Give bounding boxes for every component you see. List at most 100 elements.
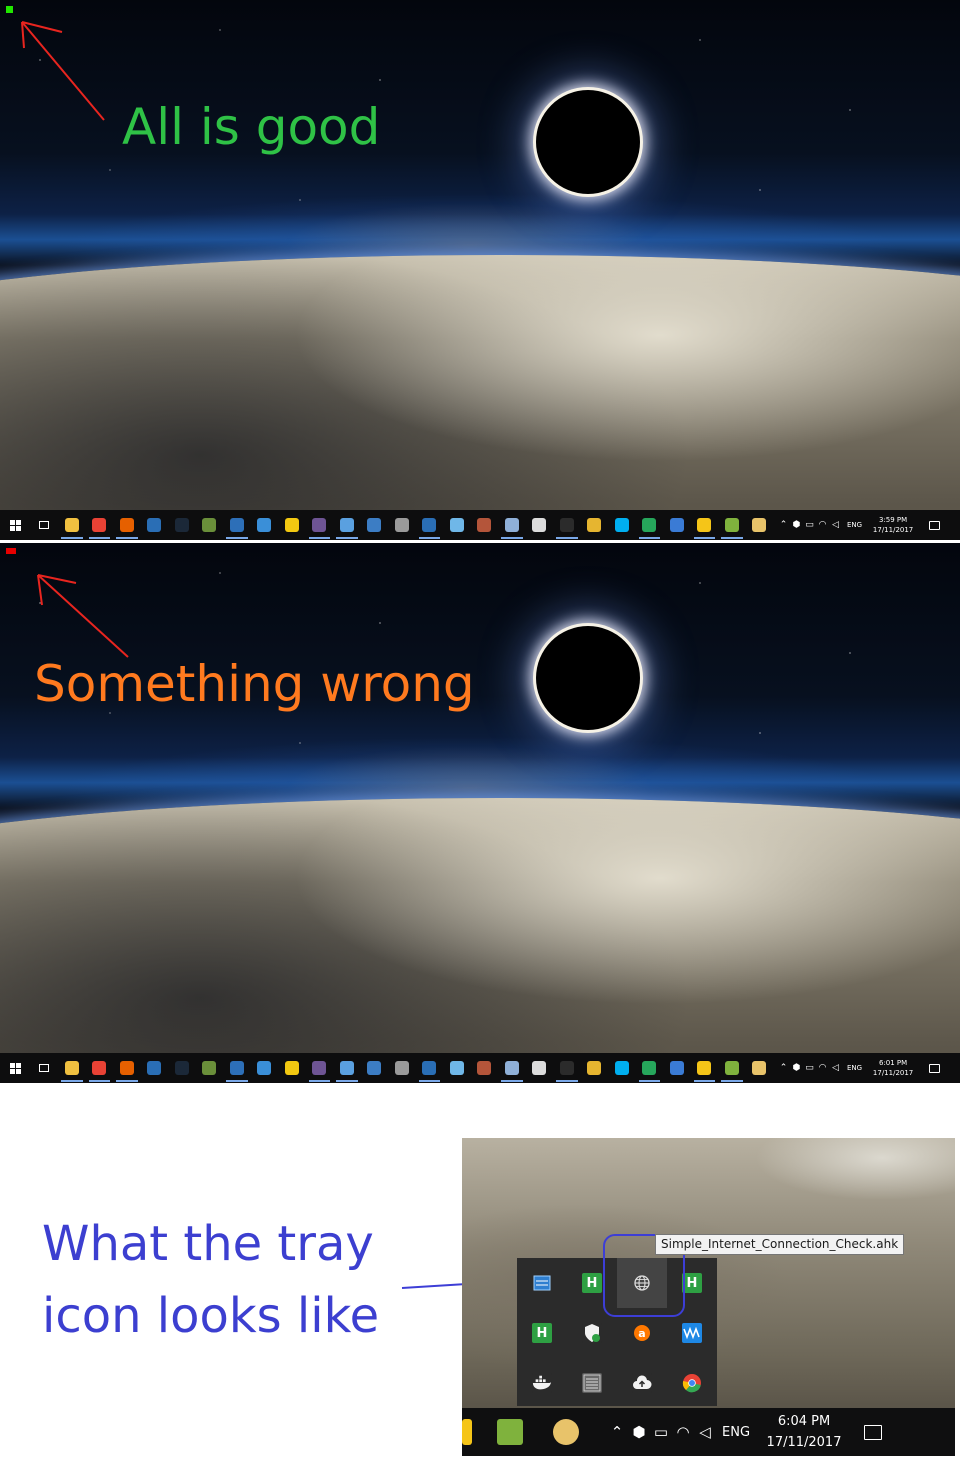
- taskbar-app[interactable]: [251, 510, 279, 540]
- taskbar-app[interactable]: [663, 1053, 691, 1083]
- taskbar-app[interactable]: [526, 1053, 554, 1083]
- taskbar-app[interactable]: [113, 1053, 141, 1083]
- taskbar-app[interactable]: [581, 510, 609, 540]
- taskbar-app[interactable]: [416, 510, 444, 540]
- taskbar-app[interactable]: [333, 1053, 361, 1083]
- monitor-app-icon: [147, 1061, 162, 1075]
- taskbar-app[interactable]: [361, 1053, 389, 1083]
- action-center-button[interactable]: [919, 520, 949, 530]
- taskbar-app[interactable]: [608, 510, 636, 540]
- taskbar-app[interactable]: [608, 1053, 636, 1083]
- taskbar-app[interactable]: [538, 1408, 594, 1456]
- taskbar-app[interactable]: [168, 1053, 196, 1083]
- taskbar-app[interactable]: [361, 510, 389, 540]
- language-indicator[interactable]: ENG: [847, 521, 862, 529]
- taskbar-app[interactable]: [58, 510, 86, 540]
- taskbar-app[interactable]: [443, 1053, 471, 1083]
- paint-app-icon: [752, 1061, 767, 1075]
- taskbar-app[interactable]: [86, 510, 114, 540]
- language-indicator[interactable]: ENG: [722, 1425, 750, 1440]
- taskbar-app[interactable]: [86, 1053, 114, 1083]
- taskbar-app[interactable]: [471, 510, 499, 540]
- taskbar-app[interactable]: [462, 1408, 482, 1456]
- tray-tooltip: Simple_Internet_Connection_Check.ahk: [655, 1234, 905, 1255]
- taskbar-app[interactable]: [251, 1053, 279, 1083]
- taskbar-app[interactable]: [498, 1053, 526, 1083]
- firefox-icon: [119, 1061, 134, 1075]
- chevron-up-icon[interactable]: ⌃: [777, 520, 790, 530]
- taskbar-app[interactable]: [141, 510, 169, 540]
- taskbar-app[interactable]: [553, 1053, 581, 1083]
- language-indicator[interactable]: ENG: [847, 1064, 862, 1072]
- skype-icon: [614, 1061, 629, 1075]
- taskbar-app[interactable]: [196, 510, 224, 540]
- terminal-icon: [559, 1061, 574, 1075]
- dropbox-icon[interactable]: ⬢: [790, 1063, 803, 1073]
- tray-overflow-item[interactable]: [667, 1358, 717, 1408]
- document-app-icon: [504, 1061, 519, 1075]
- red-arrow-icon: [37, 574, 129, 658]
- start-button[interactable]: [0, 510, 30, 540]
- taskbar-app[interactable]: [443, 510, 471, 540]
- tray-overflow-item[interactable]: [567, 1358, 617, 1408]
- taskbar-app[interactable]: [333, 510, 361, 540]
- taskbar-clock[interactable]: 6:01 PM 17/11/2017: [867, 1058, 919, 1078]
- taskbar-app[interactable]: [306, 1053, 334, 1083]
- taskbar-app[interactable]: [553, 510, 581, 540]
- taskbar-app[interactable]: [718, 1053, 746, 1083]
- taskbar-app[interactable]: [306, 510, 334, 540]
- taskbar-app[interactable]: [636, 510, 664, 540]
- taskbar-app[interactable]: [388, 1053, 416, 1083]
- taskbar-app[interactable]: [196, 1053, 224, 1083]
- tray-overflow-item[interactable]: H: [517, 1308, 567, 1358]
- taskbar-app[interactable]: [223, 510, 251, 540]
- taskbar-app[interactable]: [141, 1053, 169, 1083]
- chevron-up-icon[interactable]: ⌃: [777, 1063, 790, 1073]
- taskbar-app[interactable]: [278, 510, 306, 540]
- taskbar-app[interactable]: [482, 1408, 538, 1456]
- taskbar-clock[interactable]: 6:04 PM 17/11/2017: [758, 1411, 850, 1453]
- taskbar-app[interactable]: [416, 1053, 444, 1083]
- taskbar-app[interactable]: [581, 1053, 609, 1083]
- tray-overflow-item[interactable]: [617, 1358, 667, 1408]
- battery-icon[interactable]: ▭: [650, 1423, 672, 1441]
- warning-app-icon: [462, 1419, 472, 1445]
- taskbar-clock[interactable]: 3:59 PM 17/11/2017: [867, 515, 919, 535]
- taskbar-app[interactable]: [58, 1053, 86, 1083]
- volume-icon[interactable]: ◁: [829, 1063, 842, 1073]
- action-center-button[interactable]: [919, 1063, 949, 1073]
- tray-overflow-item[interactable]: [517, 1358, 567, 1408]
- taskbar-app[interactable]: [113, 510, 141, 540]
- taskbar-app[interactable]: [663, 510, 691, 540]
- start-button[interactable]: [0, 1053, 30, 1083]
- wifi-icon[interactable]: ◠: [816, 520, 829, 530]
- taskbar-app[interactable]: [498, 510, 526, 540]
- dropbox-icon[interactable]: ⬢: [790, 520, 803, 530]
- wifi-icon[interactable]: ◠: [672, 1423, 694, 1441]
- battery-icon[interactable]: ▭: [803, 520, 816, 530]
- windows-logo-icon: [9, 519, 21, 531]
- taskbar-app[interactable]: [471, 1053, 499, 1083]
- dropbox-icon[interactable]: ⬢: [628, 1423, 650, 1441]
- taskbar-app[interactable]: [718, 510, 746, 540]
- taskbar-app[interactable]: [526, 510, 554, 540]
- taskbar-app[interactable]: [388, 510, 416, 540]
- action-center-button[interactable]: [850, 1424, 896, 1440]
- wifi-icon[interactable]: ◠: [816, 1063, 829, 1073]
- volume-icon[interactable]: ◁: [694, 1423, 716, 1441]
- taskbar-app[interactable]: [223, 1053, 251, 1083]
- taskbar-app[interactable]: [636, 1053, 664, 1083]
- taskbar-app[interactable]: [746, 1053, 774, 1083]
- task-view-button[interactable]: [30, 510, 58, 540]
- taskbar-app[interactable]: [278, 1053, 306, 1083]
- taskbar-app[interactable]: [691, 510, 719, 540]
- battery-icon[interactable]: ▭: [803, 1063, 816, 1073]
- file-manager-icon: [587, 1061, 602, 1075]
- taskbar-app[interactable]: [746, 510, 774, 540]
- taskbar-app[interactable]: [691, 1053, 719, 1083]
- tray-overflow-item[interactable]: [517, 1258, 567, 1308]
- task-view-button[interactable]: [30, 1053, 58, 1083]
- chevron-up-icon[interactable]: ⌃: [606, 1423, 628, 1441]
- taskbar-app[interactable]: [168, 510, 196, 540]
- volume-icon[interactable]: ◁: [829, 520, 842, 530]
